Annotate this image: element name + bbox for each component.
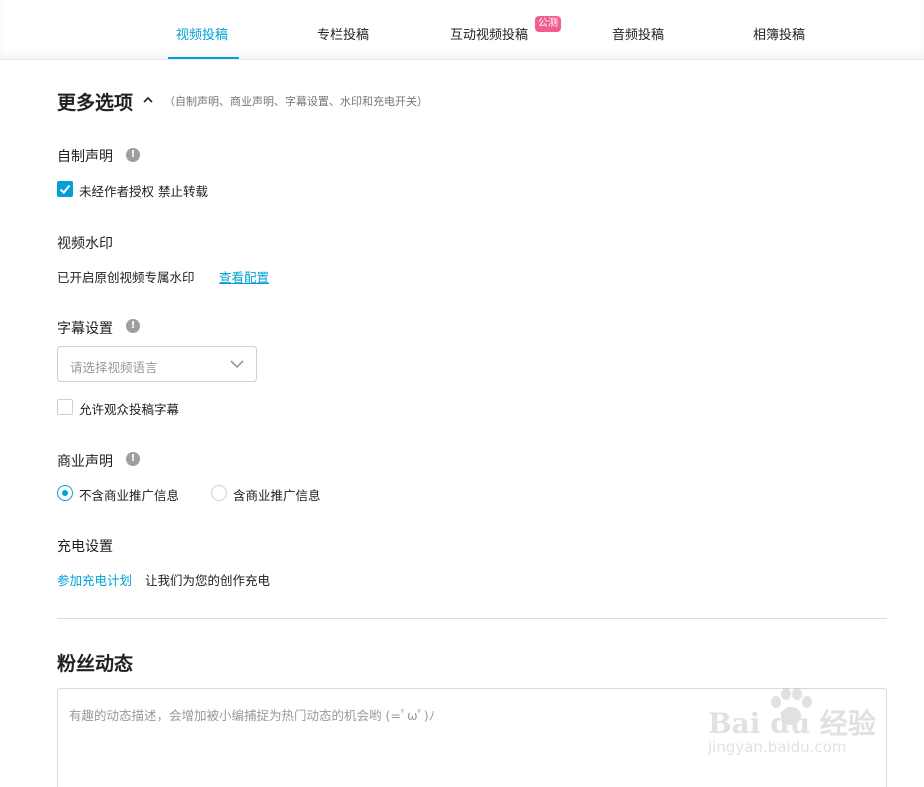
tab-article-upload[interactable]: 专栏投稿	[317, 24, 369, 43]
chevron-down-icon	[230, 360, 244, 369]
view-config-link[interactable]: 查看配置	[219, 267, 269, 286]
radio-no-commercial-label[interactable]: 不含商业推广信息	[79, 485, 179, 504]
tab-interactive-video-upload[interactable]: 互动视频投稿	[450, 24, 528, 43]
radio-commercial[interactable]	[211, 485, 227, 501]
allow-subtitle-checkbox[interactable]	[57, 399, 73, 415]
watermark-main-text: Bai du 经验	[708, 707, 876, 740]
fan-dynamic-title: 粉丝动态	[57, 653, 134, 675]
tab-album-upload[interactable]: 相簿投稿	[753, 24, 805, 43]
self-made-label: 自制声明	[57, 149, 113, 165]
chevron-up-icon[interactable]	[143, 95, 153, 105]
watermark-status: 已开启原创视频专属水印	[57, 270, 195, 285]
baidu-jingyan-watermark: Bai du 经验 jingyan.baidu.com	[704, 688, 884, 768]
charge-description: 让我们为您的创作充电	[145, 573, 271, 588]
dynamic-placeholder: 有趣的动态描述，会增加被小编捕捉为热门动态的机会哟 (=ﾟωﾟ)ﾉ	[69, 708, 435, 723]
video-language-select[interactable]: 请选择视频语言	[57, 346, 257, 382]
radio-commercial-label[interactable]: 含商业推广信息	[233, 485, 321, 504]
info-icon[interactable]: !	[126, 148, 140, 162]
radio-no-commercial[interactable]	[57, 485, 73, 501]
info-icon[interactable]: !	[126, 452, 140, 466]
info-icon[interactable]: !	[126, 319, 140, 333]
no-repost-label[interactable]: 未经作者授权 禁止转载	[79, 181, 208, 200]
beta-badge: 公测	[535, 16, 561, 32]
subtitle-label: 字幕设置	[57, 321, 113, 337]
top-tab-bar: 视频投稿 专栏投稿 互动视频投稿 公测 音频投稿 相簿投稿	[0, 0, 924, 60]
join-charge-link[interactable]: 参加充电计划	[57, 570, 132, 589]
allow-subtitle-label[interactable]: 允许观众投稿字幕	[79, 399, 179, 418]
active-tab-indicator	[168, 57, 239, 59]
checkmark-icon	[59, 184, 71, 194]
watermark-url-text: jingyan.baidu.com	[708, 738, 847, 756]
commercial-label: 商业声明	[57, 454, 113, 470]
watermark-label: 视频水印	[57, 236, 113, 252]
tab-video-upload[interactable]: 视频投稿	[176, 24, 228, 43]
no-repost-checkbox[interactable]	[57, 181, 73, 197]
more-options-title[interactable]: 更多选项	[57, 88, 133, 115]
select-placeholder: 请选择视频语言	[70, 360, 158, 375]
charge-label: 充电设置	[57, 539, 113, 555]
more-options-hint: （自制声明、商业声明、字幕设置、水印和充电开关）	[164, 95, 428, 108]
tab-audio-upload[interactable]: 音频投稿	[612, 24, 664, 43]
section-divider	[57, 618, 887, 619]
